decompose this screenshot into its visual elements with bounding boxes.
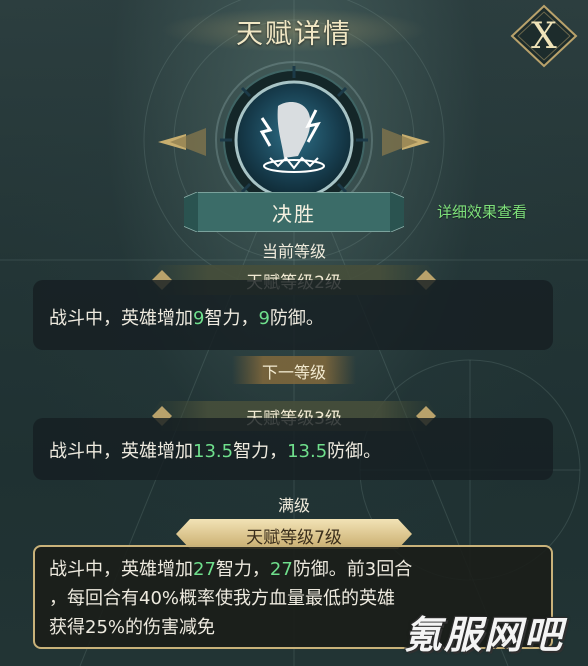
talent-detail-panel: 天赋详情 X 决胜 详细效果查看 当前等级 战斗中，英雄增加9智力，9防御。 下… [0,0,588,666]
next-desc-prefix: 战斗中，英雄增加 [49,441,193,462]
max-def-value: 27 [269,559,293,580]
max-desc-mid: 智力， [215,559,270,580]
talent-name: 决胜 [272,202,316,226]
next-desc-mid: 智力， [233,441,288,462]
next-level-label-bar: 下一等级 [232,356,356,384]
current-desc-suffix: 防御。 [269,308,324,329]
current-def-value: 9 [258,308,270,329]
page-title: 天赋详情 [236,19,352,50]
close-label: X [531,16,557,57]
talent-name-banner: 决胜 [184,192,404,232]
details-link[interactable]: 详细效果查看 [437,201,527,222]
max-desc-line-1: 战斗中，英雄增加27智力，27防御。前3回合 [49,555,537,584]
max-desc-prefix: 战斗中，英雄增加 [49,559,193,580]
max-desc-suffix: 防御。前3回合 [292,559,413,580]
close-icon: X [510,4,578,68]
current-int-value: 9 [193,308,205,329]
close-button[interactable]: X [510,4,578,68]
max-level-label: 满级 [277,496,310,515]
next-int-value: 13.5 [193,441,234,462]
current-level-label: 当前等级 [261,242,326,261]
current-desc-mid: 智力， [204,308,259,329]
next-desc-suffix: 防御。 [327,441,382,462]
max-int-value: 27 [193,559,216,580]
next-def-value: 13.5 [287,441,328,462]
current-level-description: 战斗中，英雄增加9智力，9防御。 [33,280,553,350]
next-level-description: 战斗中，英雄增加13.5智力，13.5防御。 [33,418,553,480]
next-level-label: 下一等级 [261,363,326,382]
watermark: 氪服网吧 [404,613,565,657]
current-desc-prefix: 战斗中，英雄增加 [49,308,193,329]
